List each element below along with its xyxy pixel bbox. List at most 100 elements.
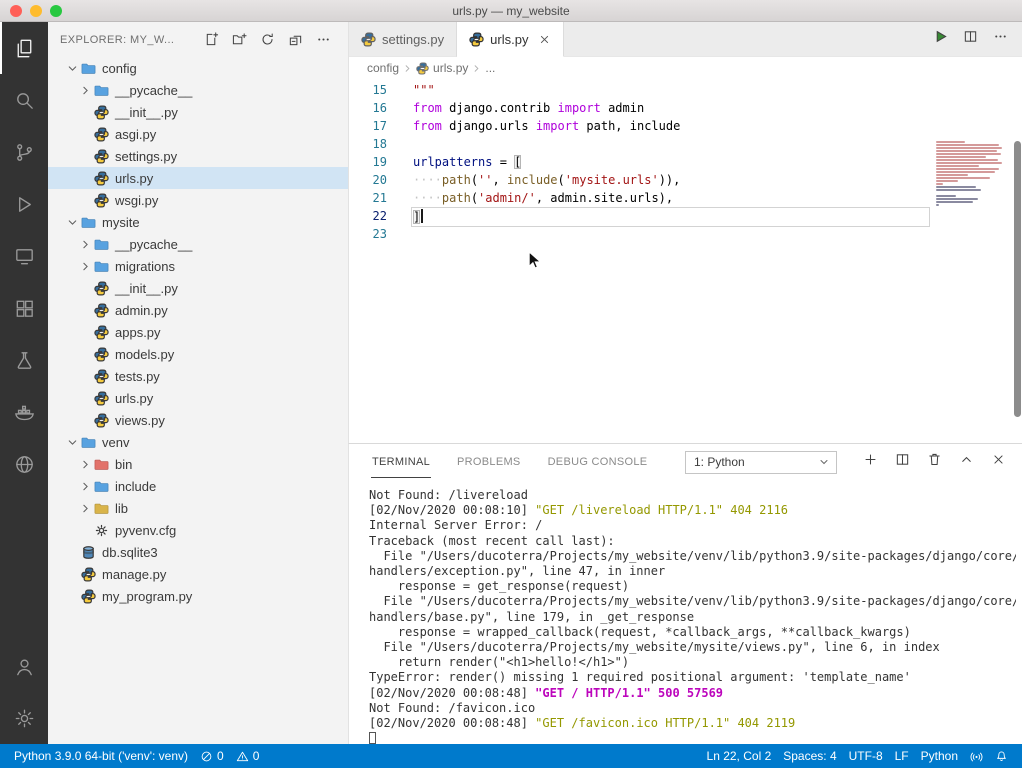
tree-item-__init__.py[interactable]: __init__.py <box>48 101 348 123</box>
breadcrumb-item[interactable]: ... <box>485 61 495 75</box>
tab-urls.py[interactable]: urls.py <box>457 22 564 57</box>
indent-spacer <box>77 302 93 318</box>
vertical-scrollbar[interactable] <box>1014 141 1021 417</box>
zoom-window-button[interactable] <box>50 5 62 17</box>
new-terminal-button[interactable] <box>863 452 878 472</box>
code-line-21[interactable]: 21····path('admin/', admin.site.urls), <box>349 189 1022 207</box>
activity-extensions-button[interactable] <box>0 282 48 334</box>
eol-sequence[interactable]: LF <box>889 744 915 768</box>
new-folder-button[interactable] <box>230 31 248 49</box>
terminal-line <box>369 731 1016 744</box>
problems-errors[interactable]: 0 <box>194 744 230 768</box>
refresh-icon <box>260 32 275 47</box>
activity-web-button[interactable] <box>0 438 48 490</box>
code-line-19[interactable]: 19urlpatterns = [ <box>349 153 1022 171</box>
tree-item-__pycache__[interactable]: __pycache__ <box>48 79 348 101</box>
new-file-button[interactable] <box>202 31 220 49</box>
kill-terminal-button[interactable] <box>927 452 942 472</box>
trash-icon <box>927 452 942 472</box>
code-line-16[interactable]: 16from django.contrib import admin <box>349 99 1022 117</box>
code-line-22[interactable]: 22] <box>349 207 1022 225</box>
tab-settings.py[interactable]: settings.py <box>349 22 457 57</box>
split-terminal-button[interactable] <box>895 452 910 472</box>
tree-item-migrations[interactable]: migrations <box>48 255 348 277</box>
panel-tab-terminal[interactable]: TERMINAL <box>371 447 431 478</box>
split-editor-button[interactable] <box>963 29 978 49</box>
close-panel-button[interactable] <box>991 452 1006 472</box>
activity-source-control-button[interactable] <box>0 126 48 178</box>
tree-item-config[interactable]: config <box>48 57 348 79</box>
editor-more-actions-button[interactable] <box>993 29 1008 49</box>
code-line-15[interactable]: 15""" <box>349 81 1022 99</box>
tree-item-models.py[interactable]: models.py <box>48 343 348 365</box>
tree-item-label: mysite <box>102 215 140 230</box>
collapse-folders-button[interactable] <box>286 31 304 49</box>
accounts-button[interactable] <box>0 640 48 692</box>
problems-warnings[interactable]: 0 <box>230 744 266 768</box>
refresh-explorer-button[interactable] <box>258 31 276 49</box>
activity-testing-button[interactable] <box>0 334 48 386</box>
minimap[interactable] <box>936 141 1008 210</box>
terminal-picker-value: 1: Python <box>694 455 745 469</box>
close-window-button[interactable] <box>10 5 22 17</box>
activity-search-button[interactable] <box>0 74 48 126</box>
activity-docker-button[interactable] <box>0 386 48 438</box>
code-line-20[interactable]: 20····path('', include('mysite.urls')), <box>349 171 1022 189</box>
language-mode[interactable]: Python <box>915 744 964 768</box>
status-label: Python 3.9.0 64-bit ('venv': venv) <box>14 749 188 763</box>
indentation[interactable]: Spaces: 4 <box>777 744 842 768</box>
minimize-window-button[interactable] <box>30 5 42 17</box>
tree-item-bin[interactable]: bin <box>48 453 348 475</box>
live-share[interactable] <box>964 744 989 768</box>
chevron-down-icon <box>64 214 80 230</box>
line-number: 21 <box>349 191 405 205</box>
chevron-right-icon <box>77 236 93 252</box>
tree-item-db.sqlite3[interactable]: db.sqlite3 <box>48 541 348 563</box>
tree-item-tests.py[interactable]: tests.py <box>48 365 348 387</box>
tree-item-__pycache__[interactable]: __pycache__ <box>48 233 348 255</box>
panel-tab-problems[interactable]: PROBLEMS <box>456 447 522 478</box>
code-line-17[interactable]: 17from django.urls import path, include <box>349 117 1022 135</box>
panel-tab-debug-console[interactable]: DEBUG CONSOLE <box>547 447 649 478</box>
tree-item-my_program.py[interactable]: my_program.py <box>48 585 348 607</box>
run-button[interactable] <box>933 29 948 49</box>
cursor-position[interactable]: Ln 22, Col 2 <box>701 744 778 768</box>
folder-icon <box>93 82 110 98</box>
tree-item-urls.py[interactable]: urls.py <box>48 167 348 189</box>
tree-item-venv[interactable]: venv <box>48 431 348 453</box>
terminal-output[interactable]: Not Found: /livereload[02/Nov/2020 00:08… <box>369 488 1016 744</box>
tree-item-lib[interactable]: lib <box>48 497 348 519</box>
manage-button[interactable] <box>0 692 48 744</box>
tree-item-views.py[interactable]: views.py <box>48 409 348 431</box>
notifications[interactable] <box>989 744 1014 768</box>
tree-item-apps.py[interactable]: apps.py <box>48 321 348 343</box>
new-folder-icon <box>232 32 247 47</box>
activity-remote-explorer-button[interactable] <box>0 230 48 282</box>
tree-item-label: lib <box>115 501 128 516</box>
tree-item-label: manage.py <box>102 567 166 582</box>
python-interpreter[interactable]: Python 3.9.0 64-bit ('venv': venv) <box>8 744 194 768</box>
tree-item-admin.py[interactable]: admin.py <box>48 299 348 321</box>
code-line-23[interactable]: 23 <box>349 225 1022 243</box>
tree-item-pyvenv.cfg[interactable]: pyvenv.cfg <box>48 519 348 541</box>
code-line-18[interactable]: 18 <box>349 135 1022 153</box>
python-file-icon <box>93 280 110 296</box>
tree-item-settings.py[interactable]: settings.py <box>48 145 348 167</box>
encoding[interactable]: UTF-8 <box>843 744 889 768</box>
maximize-panel-button[interactable] <box>959 452 974 472</box>
views-more-actions-button[interactable] <box>314 31 332 49</box>
tree-item-asgi.py[interactable]: asgi.py <box>48 123 348 145</box>
activity-run-debug-button[interactable] <box>0 178 48 230</box>
tree-item-wsgi.py[interactable]: wsgi.py <box>48 189 348 211</box>
tree-item-urls.py[interactable]: urls.py <box>48 387 348 409</box>
tree-item-mysite[interactable]: mysite <box>48 211 348 233</box>
tree-item-manage.py[interactable]: manage.py <box>48 563 348 585</box>
activity-explorer-button[interactable] <box>0 22 48 74</box>
breadcrumb-item[interactable]: config <box>367 61 399 75</box>
terminal-picker[interactable]: 1: Python <box>685 451 837 474</box>
close-tab-icon[interactable] <box>538 33 551 46</box>
tree-item-__init__.py[interactable]: __init__.py <box>48 277 348 299</box>
code-editor[interactable]: 15"""16from django.contrib import admin1… <box>349 79 1022 443</box>
tree-item-include[interactable]: include <box>48 475 348 497</box>
breadcrumb-item[interactable]: urls.py <box>416 61 468 75</box>
